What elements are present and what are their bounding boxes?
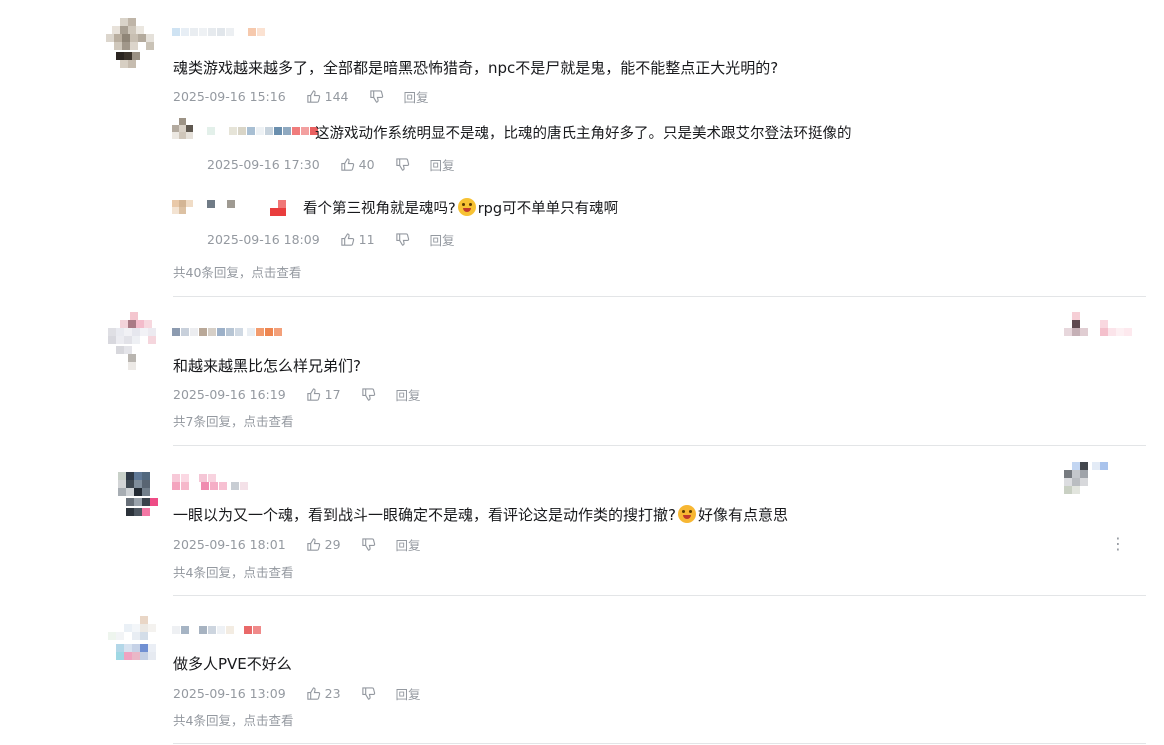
view-more-replies[interactable]: 共7条回复，点击查看	[173, 411, 293, 430]
reply-button[interactable]: 回复	[430, 155, 455, 174]
reply-button[interactable]: 回复	[396, 385, 421, 404]
username-masked[interactable]	[172, 28, 266, 38]
like-count: 144	[324, 88, 349, 104]
avatar[interactable]	[106, 312, 162, 370]
comment-meta: 2025-09-16 16:19 17 回复	[173, 385, 421, 403]
thumbs-down-icon	[395, 232, 409, 246]
dislike-button[interactable]	[395, 157, 410, 172]
reply-meta: 2025-09-16 17:30 40 回复	[207, 155, 455, 173]
thumbs-up-icon	[306, 89, 320, 103]
reply-time: 2025-09-16 18:09	[207, 231, 320, 247]
comment-text: 一眼以为又一个魂，看到战斗一眼确定不是魂，看评论这是动作类的搜打撤? 好像有点意思	[173, 505, 788, 525]
view-more-replies[interactable]: 共40条回复，点击查看	[173, 262, 301, 281]
like-count: 17	[324, 386, 341, 402]
dislike-button[interactable]	[369, 89, 384, 104]
reply-text: 这游戏动作系统明显不是魂，比魂的唐氏主角好多了。只是美术跟艾尔登法环挺像的	[315, 126, 852, 142]
thumbs-down-icon	[361, 686, 375, 700]
divider	[173, 595, 1146, 596]
like-button[interactable]: 40	[340, 157, 375, 172]
fan-badge	[1064, 462, 1144, 494]
reply-button[interactable]: 回复	[404, 87, 429, 106]
comment-text-part: 一眼以为又一个魂，看到战斗一眼确定不是魂，看评论这是动作类的搜打撤?	[173, 506, 676, 524]
thumbs-up-icon	[306, 537, 320, 551]
reply-text-part: rpg可不单单只有魂啊	[477, 201, 619, 217]
avatar[interactable]	[172, 200, 200, 228]
thumbs-up-icon	[340, 232, 354, 246]
reply-button[interactable]: 回复	[430, 230, 455, 249]
avatar[interactable]	[106, 470, 162, 526]
comment-time: 2025-09-16 18:01	[173, 536, 286, 552]
dislike-button[interactable]	[395, 232, 410, 247]
like-button[interactable]: 23	[306, 686, 341, 701]
like-button[interactable]: 144	[306, 89, 349, 104]
divider	[173, 296, 1146, 297]
fan-badge	[1064, 312, 1144, 336]
username-masked[interactable]	[172, 482, 249, 492]
emoji-laughing-icon	[677, 505, 696, 523]
avatar[interactable]	[106, 18, 162, 74]
view-more-replies[interactable]: 共4条回复，点击查看	[173, 710, 293, 729]
divider	[173, 743, 1146, 744]
like-count: 23	[324, 685, 341, 701]
comment-meta: 2025-09-16 15:16 144 回复	[173, 87, 429, 105]
avatar[interactable]	[106, 616, 162, 672]
like-button[interactable]: 29	[306, 537, 341, 552]
thumbs-down-icon	[361, 537, 375, 551]
username-masked[interactable]	[207, 127, 319, 137]
reply-meta: 2025-09-16 18:09 11 回复	[207, 230, 455, 248]
comment-text: 和越来越黑比怎么样兄弟们?	[173, 357, 361, 375]
username-masked[interactable]	[207, 200, 273, 210]
comment-time: 2025-09-16 16:19	[173, 386, 286, 402]
comment-meta: 2025-09-16 13:09 23 回复	[173, 684, 421, 702]
comment-meta: 2025-09-16 18:01 29 回复	[173, 535, 421, 553]
comment-time: 2025-09-16 13:09	[173, 685, 286, 701]
reply-text-part: 看个第三视角就是魂吗?	[303, 201, 456, 217]
dislike-button[interactable]	[361, 686, 376, 701]
dislike-button[interactable]	[361, 537, 376, 552]
reply-time: 2025-09-16 17:30	[207, 156, 320, 172]
like-count: 40	[358, 156, 375, 172]
dislike-button[interactable]	[361, 387, 376, 402]
thumbs-down-icon	[395, 157, 409, 171]
like-count: 11	[358, 231, 375, 247]
emoji-surprised-icon	[457, 198, 476, 216]
more-vertical-icon[interactable]: ⋮	[1110, 536, 1126, 552]
like-button[interactable]: 11	[340, 232, 375, 247]
reply-button[interactable]: 回复	[396, 535, 421, 554]
thumbs-down-icon	[361, 387, 375, 401]
thumbs-up-icon	[306, 686, 320, 700]
thumbs-down-icon	[369, 89, 383, 103]
view-more-replies[interactable]: 共4条回复，点击查看	[173, 562, 293, 581]
comment-text: 做多人PVE不好么	[173, 655, 292, 673]
like-count: 29	[324, 536, 341, 552]
thumbs-up-icon	[340, 157, 354, 171]
username-masked[interactable]	[172, 626, 262, 636]
divider	[173, 445, 1146, 446]
comment-text: 魂类游戏越来越多了，全部都是暗黑恐怖猎奇，npc不是尸就是鬼，能不能整点正大光明…	[173, 59, 779, 77]
comment-time: 2025-09-16 15:16	[173, 88, 286, 104]
avatar[interactable]	[172, 118, 200, 146]
reply-text: 看个第三视角就是魂吗? rpg可不单单只有魂啊	[303, 198, 618, 219]
username-masked[interactable]	[172, 328, 283, 338]
reply-button[interactable]: 回复	[396, 684, 421, 703]
like-button[interactable]: 17	[306, 387, 341, 402]
comment-text-part: 好像有点意思	[697, 506, 788, 524]
thumbs-up-icon	[306, 387, 320, 401]
